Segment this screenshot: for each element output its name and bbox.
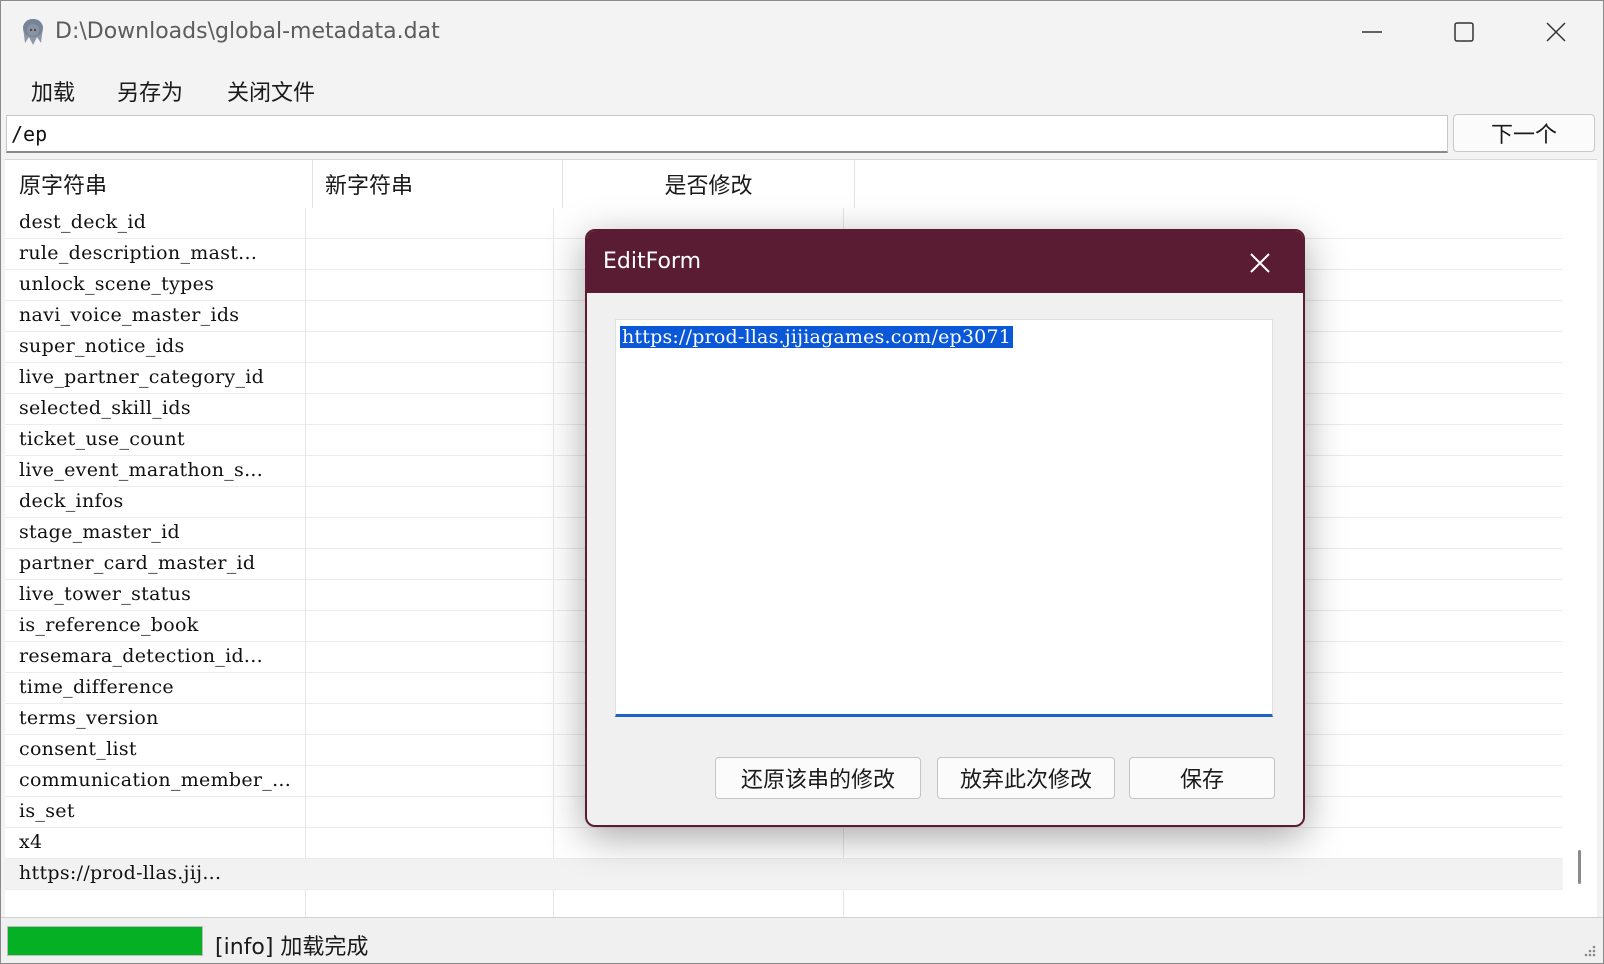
cell-original: rule_description_mast... (19, 242, 258, 264)
close-icon (1546, 22, 1566, 42)
next-button[interactable]: 下一个 (1453, 114, 1595, 152)
cell-original: live_tower_status (19, 583, 192, 605)
discard-button[interactable]: 放弃此次修改 (937, 757, 1115, 799)
main-window: D:\Downloads\global-metadata.dat 加载 另存为 … (0, 0, 1604, 964)
title-bar: D:\Downloads\global-metadata.dat (1, 1, 1603, 63)
edit-textarea[interactable]: https://prod-llas.jijiagames.com/ep3071 (615, 319, 1273, 717)
window-title: D:\Downloads\global-metadata.dat (55, 19, 440, 44)
cell-original: dest_deck_id (19, 211, 147, 233)
resize-grip-icon[interactable] (1581, 942, 1597, 958)
app-icon (23, 19, 43, 45)
cell-original: communication_member_... (19, 769, 292, 791)
dialog-close-button[interactable] (1235, 241, 1285, 285)
cell-original: https://prod-llas.jij... (19, 862, 222, 884)
progress-fill (8, 927, 202, 955)
cell-original: resemara_detection_id... (19, 645, 263, 667)
selected-text: https://prod-llas.jijiagames.com/ep3071 (620, 326, 1014, 348)
cell-original: deck_infos (19, 490, 124, 512)
column-header-modified[interactable]: 是否修改 (563, 160, 855, 208)
menu-item-load[interactable]: 加载 (31, 75, 75, 107)
window-close-button[interactable] (1510, 1, 1602, 63)
menu-item-close-file[interactable]: 关闭文件 (227, 75, 315, 107)
scrollbar-thumb[interactable] (1578, 850, 1581, 884)
list-header: 原字符串 新字符串 是否修改 (5, 160, 1597, 208)
cell-original: ticket_use_count (19, 428, 185, 450)
cell-original: selected_skill_ids (19, 397, 191, 419)
cell-original: time_difference (19, 676, 174, 698)
cell-original: is_reference_book (19, 614, 199, 636)
restore-button[interactable]: 还原该串的修改 (715, 757, 921, 799)
cell-original: live_partner_category_id (19, 366, 265, 388)
progress-bar (7, 926, 203, 956)
menu-bar: 加载 另存为 关闭文件 (1, 63, 1603, 113)
search-row: 下一个 (1, 113, 1603, 159)
close-icon (1250, 253, 1270, 273)
cell-original: stage_master_id (19, 521, 180, 543)
cell-original: consent_list (19, 738, 137, 760)
cell-original: live_event_marathon_s... (19, 459, 264, 481)
column-header-original[interactable]: 原字符串 (5, 160, 313, 208)
column-header-new[interactable]: 新字符串 (313, 160, 563, 208)
status-bar: [info] 加载完成 (1, 917, 1603, 963)
minimize-icon (1362, 31, 1382, 33)
cell-original: navi_voice_master_ids (19, 304, 240, 326)
cell-original: partner_card_master_id (19, 552, 256, 574)
cell-original: super_notice_ids (19, 335, 185, 357)
minimize-button[interactable] (1326, 1, 1418, 63)
search-input[interactable] (6, 115, 1448, 153)
menu-item-save-as[interactable]: 另存为 (117, 75, 183, 107)
dialog-title-bar: EditForm (587, 231, 1303, 293)
cell-original: is_set (19, 800, 75, 822)
dialog-title: EditForm (603, 249, 702, 274)
cell-original: terms_version (19, 707, 159, 729)
table-row[interactable]: x4 (5, 828, 1563, 859)
edit-dialog: EditForm https://prod-llas.jijiagames.co… (585, 229, 1305, 827)
save-button[interactable]: 保存 (1129, 757, 1275, 799)
status-text: [info] 加载完成 (215, 935, 369, 960)
cell-original: x4 (19, 831, 43, 853)
cell-original: unlock_scene_types (19, 273, 215, 295)
maximize-icon (1454, 22, 1474, 42)
maximize-button[interactable] (1418, 1, 1510, 63)
table-row-selected[interactable]: https://prod-llas.jij... (5, 859, 1563, 890)
